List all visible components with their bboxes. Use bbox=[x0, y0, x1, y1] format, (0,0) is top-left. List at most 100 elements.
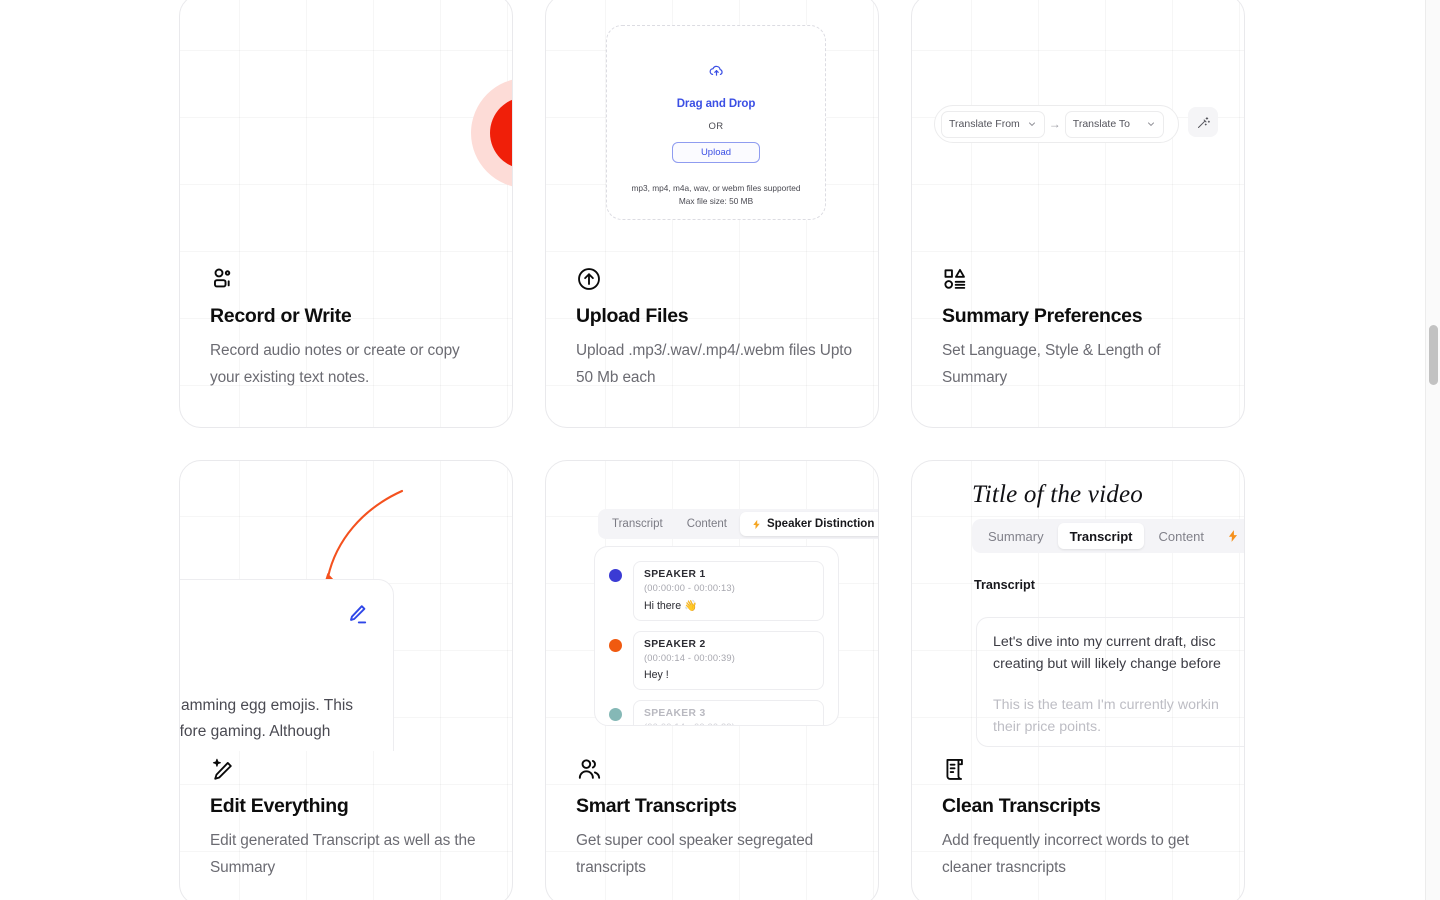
tab-summary[interactable]: Summary bbox=[976, 523, 1056, 549]
card-description: Set Language, Style & Length of Summary bbox=[942, 342, 1161, 386]
video-title: Title of the video bbox=[972, 481, 1143, 508]
card-visual-upload: Drag and Drop OR Upload mp3, mp4, m4a, w… bbox=[546, 0, 878, 247]
card-description: Record audio notes or create or copy you… bbox=[210, 342, 460, 386]
translate-to-label: Translate To bbox=[1072, 118, 1130, 130]
vertical-scrollbar-thumb[interactable] bbox=[1429, 325, 1438, 385]
chevron-down-icon bbox=[1147, 122, 1154, 126]
speaker-row[interactable]: SPEAKER 1 (00:00:00 - 00:00:13) Hi there… bbox=[595, 561, 838, 631]
card-edit-everything[interactable]: amming egg emojis. This efore gaming. Al… bbox=[179, 460, 513, 900]
tab-content[interactable]: Content bbox=[1146, 523, 1216, 549]
speaker-name: SPEAKER 1 bbox=[644, 569, 706, 580]
card-description: Edit generated Transcript as well as the… bbox=[210, 832, 476, 876]
microphone-icon bbox=[511, 118, 512, 148]
vertical-scrollbar-track[interactable] bbox=[1425, 0, 1440, 900]
card-title: Upload Files bbox=[576, 305, 689, 327]
card-title: Record or Write bbox=[210, 305, 352, 327]
tab-label: Summary bbox=[988, 528, 1044, 544]
tab-label: Transcript bbox=[612, 518, 663, 530]
magic-wand-icon bbox=[1197, 116, 1210, 128]
card-body-upload: Upload Files Upload .mp3/.wav/.mp4/.webm… bbox=[576, 263, 858, 391]
curved-arrow-icon bbox=[323, 489, 404, 587]
speaker-row[interactable]: SPEAKER 2 (00:00:14 - 00:00:39) Hey ! bbox=[595, 631, 838, 700]
speaker-bubble: SPEAKER 1 (00:00:00 - 00:00:13) Hi there… bbox=[633, 561, 824, 621]
transcript-p2-line1: This is the team I'm currently workin bbox=[993, 697, 1219, 714]
translate-from-label: Translate From bbox=[949, 118, 1020, 130]
card-body-speakers: Smart Transcripts Get super cool speaker… bbox=[576, 753, 858, 881]
card-body-edit: Edit Everything Edit generated Transcrip… bbox=[210, 753, 492, 881]
upload-note-line2: Max file size: 50 MB bbox=[678, 195, 754, 206]
people-icon bbox=[576, 753, 858, 785]
edit-text-line1: amming egg emojis. This bbox=[181, 697, 354, 714]
speaker-name: SPEAKER 2 bbox=[644, 639, 706, 650]
speaker-bubble: SPEAKER 2 (00:00:14 - 00:00:39) Hey ! bbox=[633, 631, 824, 690]
upload-note: mp3, mp4, m4a, wav, or webm files suppor… bbox=[631, 182, 800, 208]
tab-label: Content bbox=[686, 518, 727, 530]
card-smart-transcripts[interactable]: Transcript Content Speaker Distinction S… bbox=[545, 460, 879, 900]
card-title: Smart Transcripts bbox=[576, 795, 737, 817]
lightning-bolt-icon bbox=[1228, 530, 1238, 542]
cloud-upload-icon bbox=[708, 62, 725, 84]
card-body-summary: Summary Preferences Set Language, Style … bbox=[942, 263, 1224, 391]
card-clean-transcripts[interactable]: Title of the video Summary Transcript Co… bbox=[911, 460, 1245, 900]
card-title: Clean Transcripts bbox=[942, 795, 1101, 817]
tab-transcript[interactable]: Transcript bbox=[1057, 523, 1145, 549]
card-description: Upload .mp3/.wav/.mp4/.webm files Upto 5… bbox=[576, 342, 852, 386]
tab-label: Transcript bbox=[1069, 528, 1133, 544]
card-title: Summary Preferences bbox=[942, 305, 1143, 327]
edit-preview-panel: amming egg emojis. This efore gaming. Al… bbox=[180, 579, 394, 751]
chevron-down-icon bbox=[1028, 122, 1035, 126]
speaker-timestamp: (00:00:00 - 00:00:13) bbox=[644, 583, 736, 593]
magic-wand-button[interactable] bbox=[1188, 107, 1218, 137]
speaker-timestamp: (00:00:14 - 00:00:39) bbox=[644, 653, 736, 663]
transcript-p2-line2: their price points. bbox=[993, 718, 1102, 735]
card-visual-record bbox=[180, 0, 512, 247]
transcript-section-label: Transcript bbox=[974, 578, 1035, 592]
tab-label: Content bbox=[1158, 528, 1205, 544]
upload-button[interactable]: Upload bbox=[672, 142, 760, 163]
card-summary-preferences[interactable]: Translate From → Translate To Summary Pr… bbox=[911, 0, 1245, 428]
page-root: Record or Write Record audio notes or cr… bbox=[0, 0, 1440, 900]
lightning-bolt-button[interactable] bbox=[1218, 529, 1244, 543]
speaker-color-dot bbox=[609, 569, 622, 582]
pencil-edit-icon[interactable] bbox=[345, 602, 369, 631]
tab-transcript[interactable]: Transcript bbox=[601, 512, 674, 536]
transcript-p1-line1: Let's dive into my current draft, disc bbox=[993, 634, 1216, 650]
transcript-paragraph-2: This is the team I'm currently workin th… bbox=[993, 695, 1244, 738]
card-upload-files[interactable]: Drag and Drop OR Upload mp3, mp4, m4a, w… bbox=[545, 0, 879, 428]
speaker-text: Hey ! bbox=[644, 669, 669, 681]
magic-pencil-icon bbox=[210, 753, 492, 785]
card-body-clean: Clean Transcripts Add frequently incorre… bbox=[942, 753, 1224, 881]
record-write-icon bbox=[210, 263, 492, 295]
translate-bar: Translate From → Translate To bbox=[934, 105, 1179, 143]
card-record-or-write[interactable]: Record or Write Record audio notes or cr… bbox=[179, 0, 513, 428]
speaker-bubble: SPEAKER 3 (00:00:14 - 00:00:39) bbox=[633, 700, 824, 725]
speaker-timestamp: (00:00:14 - 00:00:39) bbox=[644, 722, 813, 725]
card-visual-summary: Translate From → Translate To bbox=[912, 0, 1244, 247]
card-description: Get super cool speaker segregated transc… bbox=[576, 832, 814, 876]
drag-and-drop-label: Drag and Drop bbox=[676, 98, 756, 110]
card-description: Add frequently incorrect words to get cl… bbox=[942, 832, 1189, 876]
card-visual-speakers: Transcript Content Speaker Distinction S… bbox=[546, 461, 878, 751]
upload-dropzone[interactable]: Drag and Drop OR Upload mp3, mp4, m4a, w… bbox=[606, 25, 826, 220]
card-title: Edit Everything bbox=[210, 795, 349, 817]
transcript-p1-line2: creating but will likely change before bbox=[993, 655, 1221, 672]
transcript-tab-bar: Summary Transcript Content bbox=[972, 519, 1244, 553]
shapes-list-icon bbox=[942, 263, 1224, 295]
card-visual-edit: amming egg emojis. This efore gaming. Al… bbox=[180, 461, 512, 751]
tab-content[interactable]: Content bbox=[676, 512, 738, 536]
card-body-record: Record or Write Record audio notes or cr… bbox=[210, 263, 492, 391]
card-visual-clean: Title of the video Summary Transcript Co… bbox=[912, 461, 1244, 751]
transcript-paragraph-1: Let's dive into my current draft, disc c… bbox=[993, 632, 1244, 675]
upload-note-line1: mp3, mp4, m4a, wav, or webm files suppor… bbox=[631, 183, 801, 193]
translate-from-select[interactable]: Translate From bbox=[941, 110, 1045, 138]
translate-arrow-icon: → bbox=[1048, 117, 1061, 131]
lightning-bolt-icon bbox=[753, 519, 760, 529]
speaker-color-dot bbox=[609, 639, 622, 652]
edit-text-line2: efore gaming. Although bbox=[180, 723, 331, 740]
speaker-text: Hi there 👋 bbox=[644, 600, 698, 612]
tab-speaker-distinction[interactable]: Speaker Distinction bbox=[739, 512, 878, 536]
translate-to-select[interactable]: Translate To bbox=[1064, 110, 1164, 138]
tab-label: Speaker Distinction bbox=[766, 518, 875, 530]
speaker-row[interactable]: SPEAKER 3 (00:00:14 - 00:00:39) bbox=[595, 700, 838, 725]
speaker-name: SPEAKER 3 bbox=[644, 708, 706, 719]
